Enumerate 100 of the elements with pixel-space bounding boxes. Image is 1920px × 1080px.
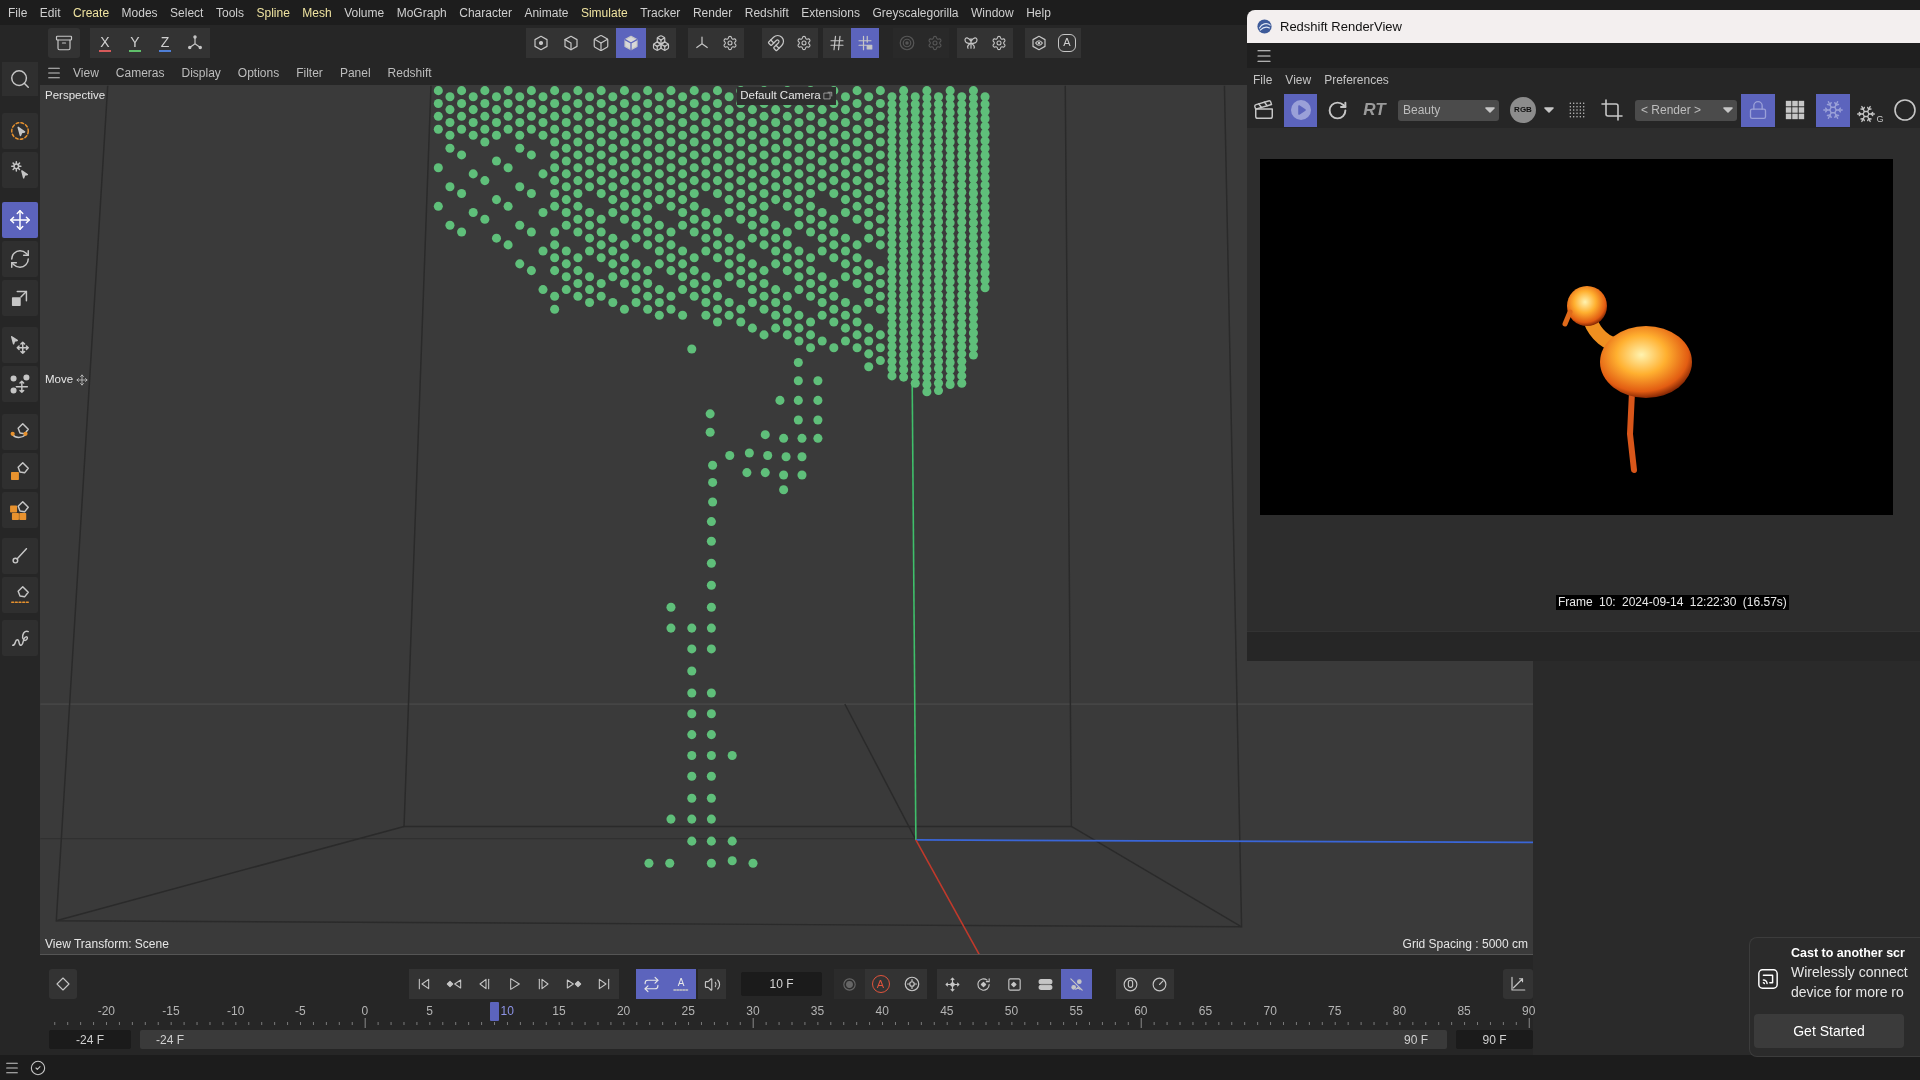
gear-circle-icon (902, 975, 921, 993)
menu-item[interactable]: Panel (339, 63, 371, 82)
sound-button[interactable] (698, 969, 726, 999)
snap-button[interactable] (762, 27, 790, 58)
preview-range-button[interactable]: A (666, 969, 696, 999)
current-frame-field[interactable]: 10 F (741, 972, 822, 996)
view-name: Perspective (45, 88, 106, 104)
menu-item[interactable]: Redshift (744, 3, 789, 22)
menu-item[interactable]: Animate (524, 3, 569, 22)
status-button[interactable] (30, 1059, 46, 1076)
mode-button[interactable] (646, 27, 676, 58)
mode-button[interactable] (616, 27, 646, 58)
next-key-icon (566, 976, 582, 992)
mouse-record-button[interactable] (1116, 969, 1145, 999)
aov-dropdown[interactable]: Beauty (1398, 99, 1499, 121)
move-tool-button[interactable] (2, 202, 38, 238)
menu-item[interactable]: Filter (296, 63, 323, 82)
menu-item[interactable]: Window (971, 3, 1014, 22)
pen-line-tool-button[interactable] (2, 577, 38, 613)
dotted-line-icon (673, 987, 689, 992)
speed-button[interactable] (1145, 969, 1174, 999)
menu-item[interactable]: MoGraph (396, 3, 447, 22)
rotate-tool-button[interactable] (2, 241, 38, 277)
menu-item[interactable]: Modes (121, 3, 158, 22)
range-bar[interactable]: -24 F 90 F (140, 1030, 1447, 1049)
axis-settings-button[interactable] (716, 27, 744, 58)
menu-item[interactable]: Create (73, 3, 110, 22)
menu-item[interactable]: Render (692, 3, 733, 22)
pen-square-tool-button[interactable] (2, 453, 38, 489)
spline-tool-button[interactable] (2, 620, 38, 656)
snap-settings-button[interactable] (790, 27, 818, 58)
axis-toggle-button[interactable]: Y (120, 27, 150, 58)
rt-toggle[interactable]: RT (1361, 96, 1388, 124)
menu-item[interactable]: Spline (256, 3, 290, 22)
keyframe-button[interactable] (49, 969, 77, 999)
menu-item[interactable]: Volume (344, 3, 385, 22)
arc-pen-tool-button[interactable] (2, 414, 38, 450)
mode-button[interactable] (526, 27, 556, 58)
selection-tool-button[interactable] (2, 113, 38, 149)
key-scale-icon (1006, 975, 1023, 993)
record-button[interactable] (896, 969, 927, 999)
menu-item[interactable]: Preferences (1324, 71, 1389, 89)
go-to-end-button[interactable] (589, 969, 619, 999)
letter-button[interactable]: A (1053, 27, 1081, 58)
menu-item[interactable]: View (73, 63, 99, 82)
axis-mode-button[interactable] (688, 27, 716, 58)
go-to-start-button[interactable] (409, 969, 439, 999)
menu-item[interactable]: Extensions (801, 3, 860, 22)
menu-item[interactable]: Help (1026, 3, 1051, 22)
menu-item[interactable]: Tools (215, 3, 244, 22)
menu-item[interactable]: Redshift (387, 63, 432, 82)
points-move-tool-button[interactable] (2, 366, 38, 402)
max-frame-field[interactable]: 90 F (1456, 1030, 1533, 1049)
menu-item[interactable]: Mesh (302, 3, 332, 22)
symmetry-button[interactable] (957, 27, 985, 58)
speaker-icon (703, 975, 721, 993)
lock-button[interactable] (1741, 93, 1775, 127)
search-button[interactable] (2, 62, 38, 96)
menu-item[interactable]: Display (181, 63, 221, 82)
scale-tool-button[interactable] (2, 280, 38, 316)
caret-icon (1485, 105, 1495, 115)
mode-button[interactable] (586, 27, 616, 58)
freeze-button[interactable] (1816, 93, 1850, 127)
view-button[interactable] (1025, 27, 1053, 58)
menu-item[interactable]: View (1285, 71, 1312, 89)
menu-item[interactable]: Select (170, 3, 204, 22)
menu-item[interactable]: Cameras (115, 63, 165, 82)
grid-snap-button[interactable] (851, 27, 879, 58)
menu-item[interactable]: Greyscalegorilla (872, 3, 959, 22)
menu-item[interactable]: Character (459, 3, 512, 22)
channel-button[interactable]: RGB (1510, 97, 1536, 123)
grid-snap-button[interactable] (823, 27, 851, 58)
pen-cubes-tool-button[interactable] (2, 492, 38, 528)
menu-item[interactable]: Options (237, 63, 280, 82)
menu-item[interactable]: File (8, 3, 28, 22)
menu-item[interactable]: Tracker (640, 3, 681, 22)
min-frame-field[interactable]: -24 F (49, 1030, 131, 1049)
gear-pointer-tool-button[interactable] (2, 152, 38, 188)
loop-button[interactable] (636, 969, 666, 999)
graph-button[interactable] (1503, 969, 1533, 999)
get-started-button[interactable]: Get Started (1754, 1014, 1904, 1048)
menu-item[interactable]: Edit (39, 3, 61, 22)
gear-icon (722, 34, 738, 51)
pointer-move-tool-button[interactable] (2, 327, 38, 363)
start-render-button[interactable] (1284, 93, 1317, 127)
freeze-geometry-button[interactable]: G (1856, 96, 1884, 124)
pen-square-icon (9, 460, 31, 482)
frame-number: 15 (552, 1003, 566, 1020)
menu-item[interactable]: File (1253, 71, 1273, 89)
key-filter-button[interactable] (937, 969, 968, 999)
axis-toggle-button[interactable]: X (90, 27, 120, 58)
archive-button[interactable] (48, 27, 80, 58)
crop-button[interactable] (1598, 96, 1626, 124)
menu-item[interactable]: Simulate (580, 3, 628, 22)
camera-dropdown[interactable]: < Render > (1635, 99, 1737, 121)
key-filter-button[interactable] (1030, 969, 1061, 999)
brush-tool-button[interactable] (2, 538, 38, 574)
symmetry-settings-button[interactable] (985, 27, 1013, 58)
axis-button[interactable] (180, 27, 210, 58)
axis-toggle-button[interactable]: Z (150, 27, 180, 58)
